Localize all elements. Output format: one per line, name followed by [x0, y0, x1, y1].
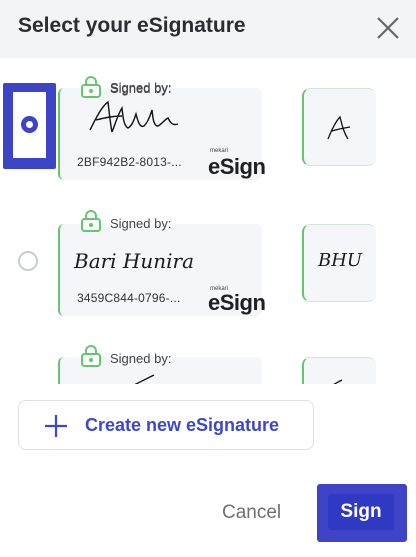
lock-icon [81, 76, 101, 98]
signature-card[interactable]: Bari Hunira 3459C844-0796-... mekari eSi… [58, 224, 266, 316]
signature-drawing [89, 100, 179, 133]
close-icon[interactable] [372, 12, 404, 44]
lock-icon [81, 345, 101, 367]
initials-drawing: BHU [318, 250, 363, 271]
sign-button[interactable]: Sign [328, 494, 394, 530]
initials-card[interactable]: BHU [302, 224, 376, 302]
signed-by-label: Signed by: [110, 351, 172, 366]
signed-by-label: Signed by: [110, 81, 172, 96]
signature-hash: 3459C844-0796-... [77, 291, 181, 305]
initials-drawing [333, 379, 343, 384]
dialog-header: Select your eSignature [0, 0, 416, 58]
initials-drawing [327, 115, 351, 140]
cancel-button[interactable]: Cancel [222, 502, 281, 524]
signature-hash: 2BF942B2-8013-... [77, 155, 182, 169]
signature-list[interactable]: Signed by: 2BF942B2-8013-... mekari eSig… [0, 62, 416, 384]
lock-icon [81, 210, 101, 232]
brand-logo-text: eSign [208, 290, 266, 315]
dialog-title: Select your eSignature [18, 14, 246, 37]
signature-drawing: Bari Hunira [74, 249, 195, 273]
create-new-esignature-button[interactable]: Create new eSignature [18, 400, 314, 450]
signature-card[interactable]: Signed by: 2BF942B2-8013-... mekari eSig… [58, 80, 266, 180]
signed-by-label: Signed by: [110, 216, 172, 231]
create-new-esignature-label: Create new eSignature [85, 415, 280, 435]
initials-card[interactable] [302, 357, 376, 384]
signature-radio[interactable] [18, 251, 38, 271]
signature-radio-selected[interactable] [3, 83, 56, 169]
brand-logo-text: eSign [208, 154, 266, 179]
initials-card[interactable] [302, 88, 376, 166]
plus-icon [45, 415, 67, 437]
signature-drawing [134, 374, 155, 384]
